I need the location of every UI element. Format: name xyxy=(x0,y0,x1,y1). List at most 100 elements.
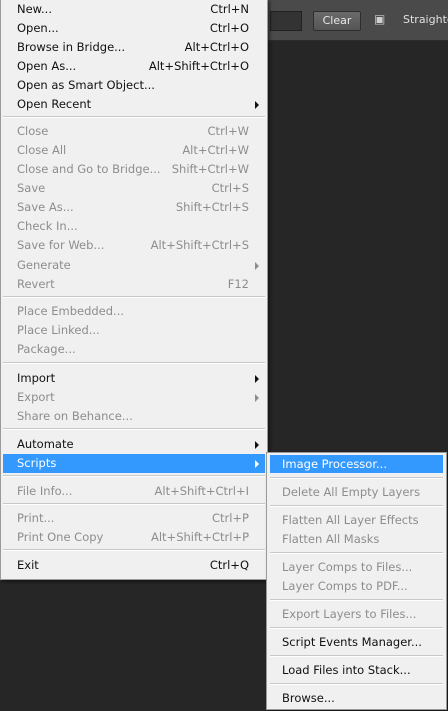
menu-item-label: Browse... xyxy=(282,691,335,705)
menu-item-flatten-all-layer-effects[interactable]: Flatten All Layer Effects xyxy=(270,511,443,529)
menu-separator xyxy=(270,477,443,479)
menu-item-check-in[interactable]: Check In... xyxy=(3,217,265,236)
options-field[interactable] xyxy=(270,11,302,31)
menu-item-label: Generate xyxy=(17,258,71,272)
menu-item-share-on-behance[interactable]: Share on Behance... xyxy=(3,407,265,426)
menu-item-open-as[interactable]: Open As... Alt+Shift+Ctrl+O xyxy=(3,57,265,76)
menu-item-label: Close and Go to Bridge... xyxy=(17,162,161,176)
straighten-label[interactable]: Straighten xyxy=(403,13,448,26)
menu-item-layer-comps-to-pdf[interactable]: Layer Comps to PDF... xyxy=(270,577,443,595)
menu-item-label: Image Processor... xyxy=(282,457,387,471)
menu-item-label: Open As... xyxy=(17,59,77,73)
menu-separator xyxy=(3,296,265,298)
menu-separator xyxy=(3,549,265,551)
straighten-icon[interactable]: ▣ xyxy=(374,12,390,26)
menu-item-label: Print One Copy xyxy=(17,530,104,544)
menu-item-automate[interactable]: Automate xyxy=(3,435,265,454)
menu-item-label: Open Recent xyxy=(17,97,92,111)
menu-separator xyxy=(270,655,443,657)
menu-separator xyxy=(3,362,265,364)
menu-item-label: File Info... xyxy=(17,484,73,498)
menu-item-shortcut: Shift+Ctrl+S xyxy=(175,200,249,214)
scripts-submenu: Image Processor... Delete All Empty Laye… xyxy=(266,452,447,710)
menu-item-close[interactable]: Close Ctrl+W xyxy=(3,122,265,141)
menu-separator xyxy=(270,505,443,507)
menu-item-label: Flatten All Layer Effects xyxy=(282,513,419,527)
menu-item-label: Automate xyxy=(17,437,74,451)
menu-item-print-one-copy[interactable]: Print One Copy Alt+Shift+Ctrl+P xyxy=(3,528,265,547)
submenu-arrow-icon xyxy=(255,375,259,383)
menu-item-new[interactable]: New... Ctrl+N xyxy=(3,0,265,19)
menu-item-exit[interactable]: Exit Ctrl+Q xyxy=(3,556,265,575)
menu-item-generate[interactable]: Generate xyxy=(3,256,265,275)
menu-item-shortcut: Ctrl+P xyxy=(211,511,249,525)
menu-item-save[interactable]: Save Ctrl+S xyxy=(3,179,265,198)
menu-item-import[interactable]: Import xyxy=(3,369,265,388)
menu-item-shortcut: Alt+Shift+Ctrl+S xyxy=(150,238,249,252)
menu-item-label: Import xyxy=(17,371,56,385)
menu-item-label: Scripts xyxy=(17,456,57,470)
menu-item-label: New... xyxy=(17,2,52,16)
menu-item-browse-in-bridge[interactable]: Browse in Bridge... Alt+Ctrl+O xyxy=(3,38,265,57)
menu-item-label: Share on Behance... xyxy=(17,409,133,423)
menu-item-load-files-into-stack[interactable]: Load Files into Stack... xyxy=(270,661,443,679)
menu-separator xyxy=(270,627,443,629)
menu-item-file-info[interactable]: File Info... Alt+Shift+Ctrl+I xyxy=(3,482,265,501)
submenu-arrow-icon xyxy=(255,101,259,109)
menu-item-label: Export Layers to Files... xyxy=(282,607,417,621)
menu-item-label: Script Events Manager... xyxy=(282,635,422,649)
menu-item-open-recent[interactable]: Open Recent xyxy=(3,95,265,114)
menu-item-shortcut: Ctrl+Q xyxy=(209,558,249,572)
menu-item-label: Delete All Empty Layers xyxy=(282,485,421,499)
menu-item-image-processor[interactable]: Image Processor... xyxy=(270,455,443,473)
menu-separator xyxy=(3,475,265,477)
menu-item-shortcut: Ctrl+S xyxy=(211,181,249,195)
menu-item-label: Open as Smart Object... xyxy=(17,78,155,92)
submenu-arrow-icon xyxy=(255,460,259,468)
menu-item-label: Place Embedded... xyxy=(17,304,125,318)
clear-button[interactable]: Clear xyxy=(313,11,361,31)
menu-item-delete-all-empty-layers[interactable]: Delete All Empty Layers xyxy=(270,483,443,501)
menu-item-label: Save As... xyxy=(17,200,74,214)
menu-item-label: Save for Web... xyxy=(17,238,105,252)
menu-item-export[interactable]: Export xyxy=(3,388,265,407)
menu-item-revert[interactable]: Revert F12 xyxy=(3,275,265,294)
menu-item-shortcut: Alt+Ctrl+O xyxy=(184,40,249,54)
submenu-arrow-icon xyxy=(255,262,259,270)
menu-separator xyxy=(270,552,443,554)
menu-item-close-and-go-to-bridge[interactable]: Close and Go to Bridge... Shift+Ctrl+W xyxy=(3,160,265,179)
menu-item-open-as-smart-object[interactable]: Open as Smart Object... xyxy=(3,76,265,95)
menu-separator xyxy=(270,683,443,685)
menu-item-label: Export xyxy=(17,390,55,404)
menu-item-save-as[interactable]: Save As... Shift+Ctrl+S xyxy=(3,198,265,217)
menu-item-layer-comps-to-files[interactable]: Layer Comps to Files... xyxy=(270,558,443,576)
menu-item-label: Exit xyxy=(17,558,39,572)
menu-separator xyxy=(3,116,265,118)
menu-item-script-events-manager[interactable]: Script Events Manager... xyxy=(270,633,443,651)
menu-item-place-embedded[interactable]: Place Embedded... xyxy=(3,302,265,321)
menu-item-flatten-all-masks[interactable]: Flatten All Masks xyxy=(270,530,443,548)
menu-item-label: Package... xyxy=(17,342,76,356)
menu-item-shortcut: Ctrl+W xyxy=(207,124,249,138)
menu-item-package[interactable]: Package... xyxy=(3,340,265,359)
menu-item-place-linked[interactable]: Place Linked... xyxy=(3,321,265,340)
menu-item-label: Layer Comps to Files... xyxy=(282,560,413,574)
menu-item-label: Revert xyxy=(17,277,55,291)
menu-item-export-layers-to-files[interactable]: Export Layers to Files... xyxy=(270,605,443,623)
menu-item-save-for-web[interactable]: Save for Web... Alt+Shift+Ctrl+S xyxy=(3,236,265,255)
menu-item-print[interactable]: Print... Ctrl+P xyxy=(3,509,265,528)
menu-separator xyxy=(3,503,265,505)
menu-item-label: Check In... xyxy=(17,219,78,233)
submenu-arrow-icon xyxy=(255,394,259,402)
menu-item-shortcut: Alt+Shift+Ctrl+P xyxy=(150,530,249,544)
menu-item-shortcut: Ctrl+O xyxy=(209,21,249,35)
menu-item-shortcut: Alt+Ctrl+W xyxy=(182,143,249,157)
menu-item-browse[interactable]: Browse... xyxy=(270,689,443,707)
menu-item-close-all[interactable]: Close All Alt+Ctrl+W xyxy=(3,141,265,160)
menu-item-open[interactable]: Open... Ctrl+O xyxy=(3,19,265,38)
menu-item-label: Flatten All Masks xyxy=(282,532,380,546)
menu-item-shortcut: F12 xyxy=(227,277,249,291)
menu-item-label: Close All xyxy=(17,143,67,157)
menu-item-scripts[interactable]: Scripts xyxy=(3,454,265,473)
menu-item-shortcut: Shift+Ctrl+W xyxy=(171,162,249,176)
